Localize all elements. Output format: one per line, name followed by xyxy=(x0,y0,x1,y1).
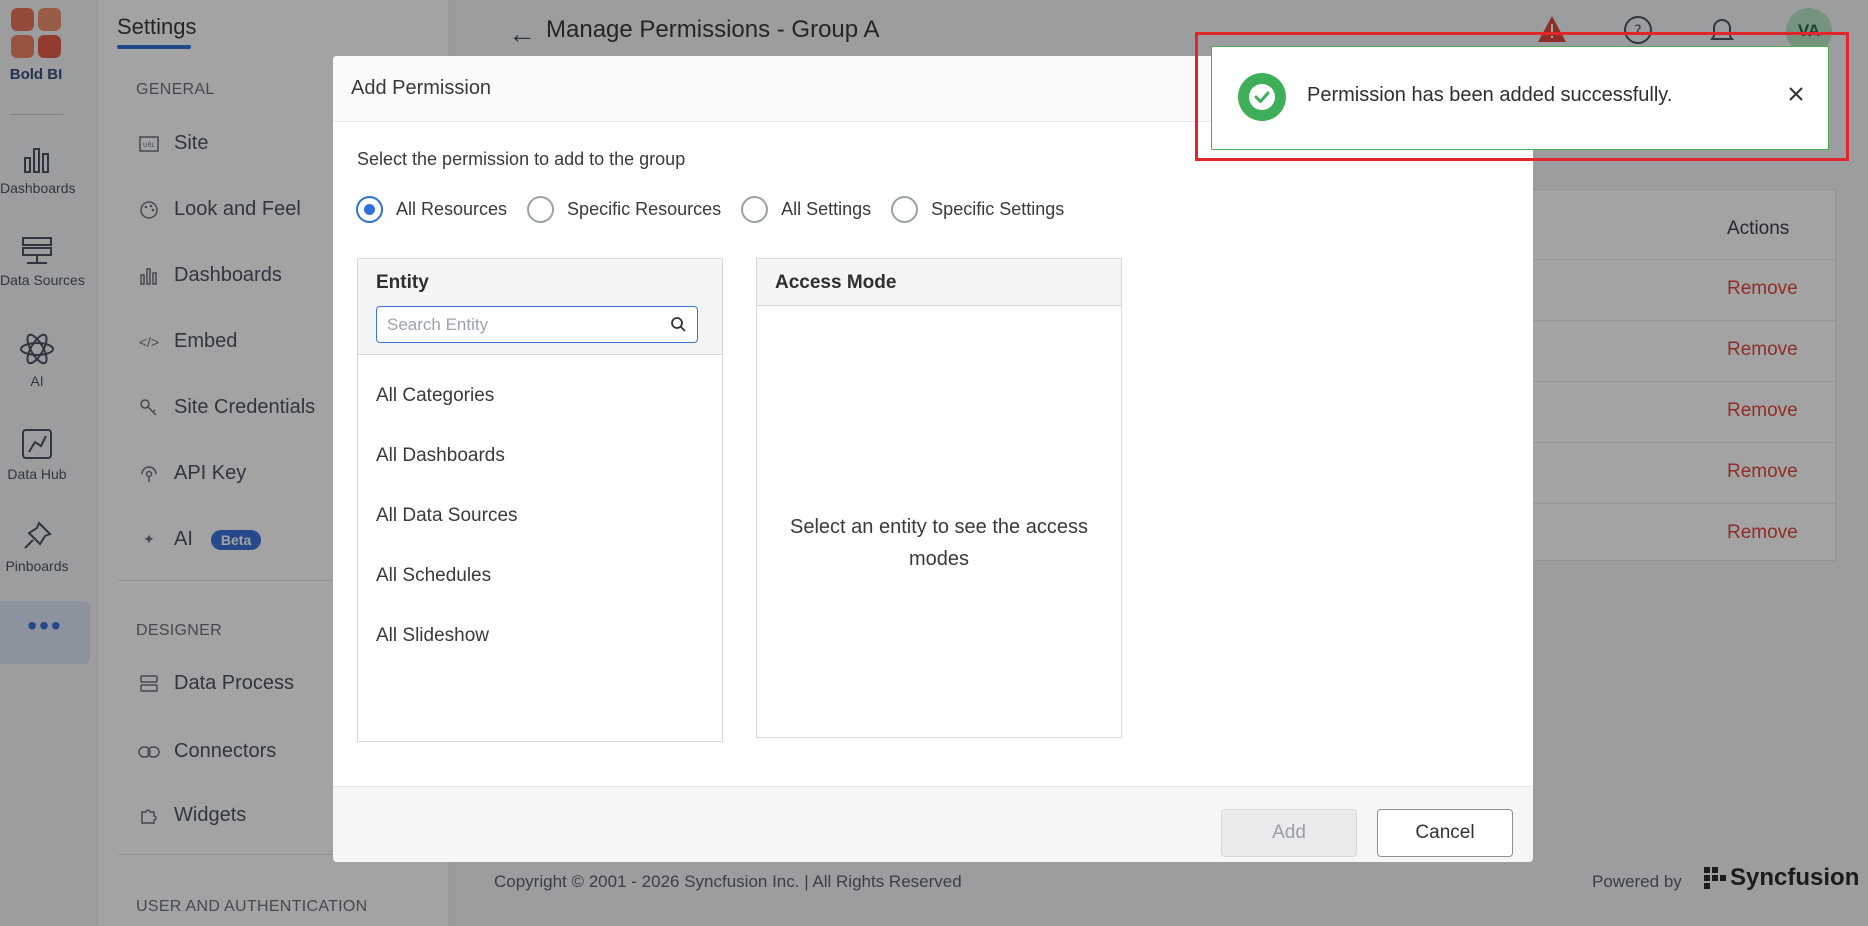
access-mode-header: Access Mode xyxy=(757,259,1121,306)
radio-label: Specific Settings xyxy=(931,199,1065,219)
access-mode-panel: Access Mode Select an entity to see the … xyxy=(756,258,1122,738)
permission-type-radio-group: All Resources Specific Resources All Set… xyxy=(356,196,1084,223)
cancel-button[interactable]: Cancel xyxy=(1377,809,1513,857)
close-icon[interactable] xyxy=(1781,79,1811,109)
entity-item-all-dashboards[interactable]: All Dashboards xyxy=(376,445,505,467)
radio-all-settings[interactable]: All Settings xyxy=(741,196,871,223)
entity-panel-header: Entity xyxy=(358,259,722,355)
radio-all-resources[interactable]: All Resources xyxy=(356,196,507,223)
success-toast: Permission has been added successfully. xyxy=(1211,46,1829,150)
search-icon[interactable] xyxy=(670,316,687,338)
dialog-footer: Add Cancel xyxy=(333,786,1533,862)
entity-item-all-slideshow[interactable]: All Slideshow xyxy=(376,625,489,647)
access-mode-title: Access Mode xyxy=(775,272,897,293)
radio-unchecked-icon xyxy=(527,196,555,223)
radio-specific-settings[interactable]: Specific Settings xyxy=(891,196,1064,223)
entity-panel: Entity All Categories All Dashboards All… xyxy=(357,258,723,742)
radio-label: Specific Resources xyxy=(567,199,722,219)
radio-unchecked-icon xyxy=(741,196,769,223)
entity-search-box xyxy=(376,306,698,343)
radio-label: All Settings xyxy=(781,199,872,219)
add-button[interactable]: Add xyxy=(1221,809,1357,857)
dialog-title: Add Permission xyxy=(351,77,492,99)
dialog-instruction: Select the permission to add to the grou… xyxy=(357,149,686,169)
entity-item-all-data-sources[interactable]: All Data Sources xyxy=(376,505,518,527)
radio-unchecked-icon xyxy=(891,196,919,223)
radio-checked-icon xyxy=(356,196,383,223)
access-mode-empty-message: Select an entity to see the access modes xyxy=(790,516,1088,570)
radio-label: All Resources xyxy=(396,199,508,219)
toast-message: Permission has been added successfully. xyxy=(1307,84,1673,106)
radio-specific-resources[interactable]: Specific Resources xyxy=(527,196,721,223)
entity-item-all-categories[interactable]: All Categories xyxy=(376,385,494,407)
entity-item-all-schedules[interactable]: All Schedules xyxy=(376,565,491,587)
success-check-icon xyxy=(1238,73,1286,121)
entity-search-input[interactable] xyxy=(387,313,657,336)
entity-title: Entity xyxy=(376,272,429,293)
add-permission-dialog: Add Permission Select the permission to … xyxy=(333,56,1533,862)
